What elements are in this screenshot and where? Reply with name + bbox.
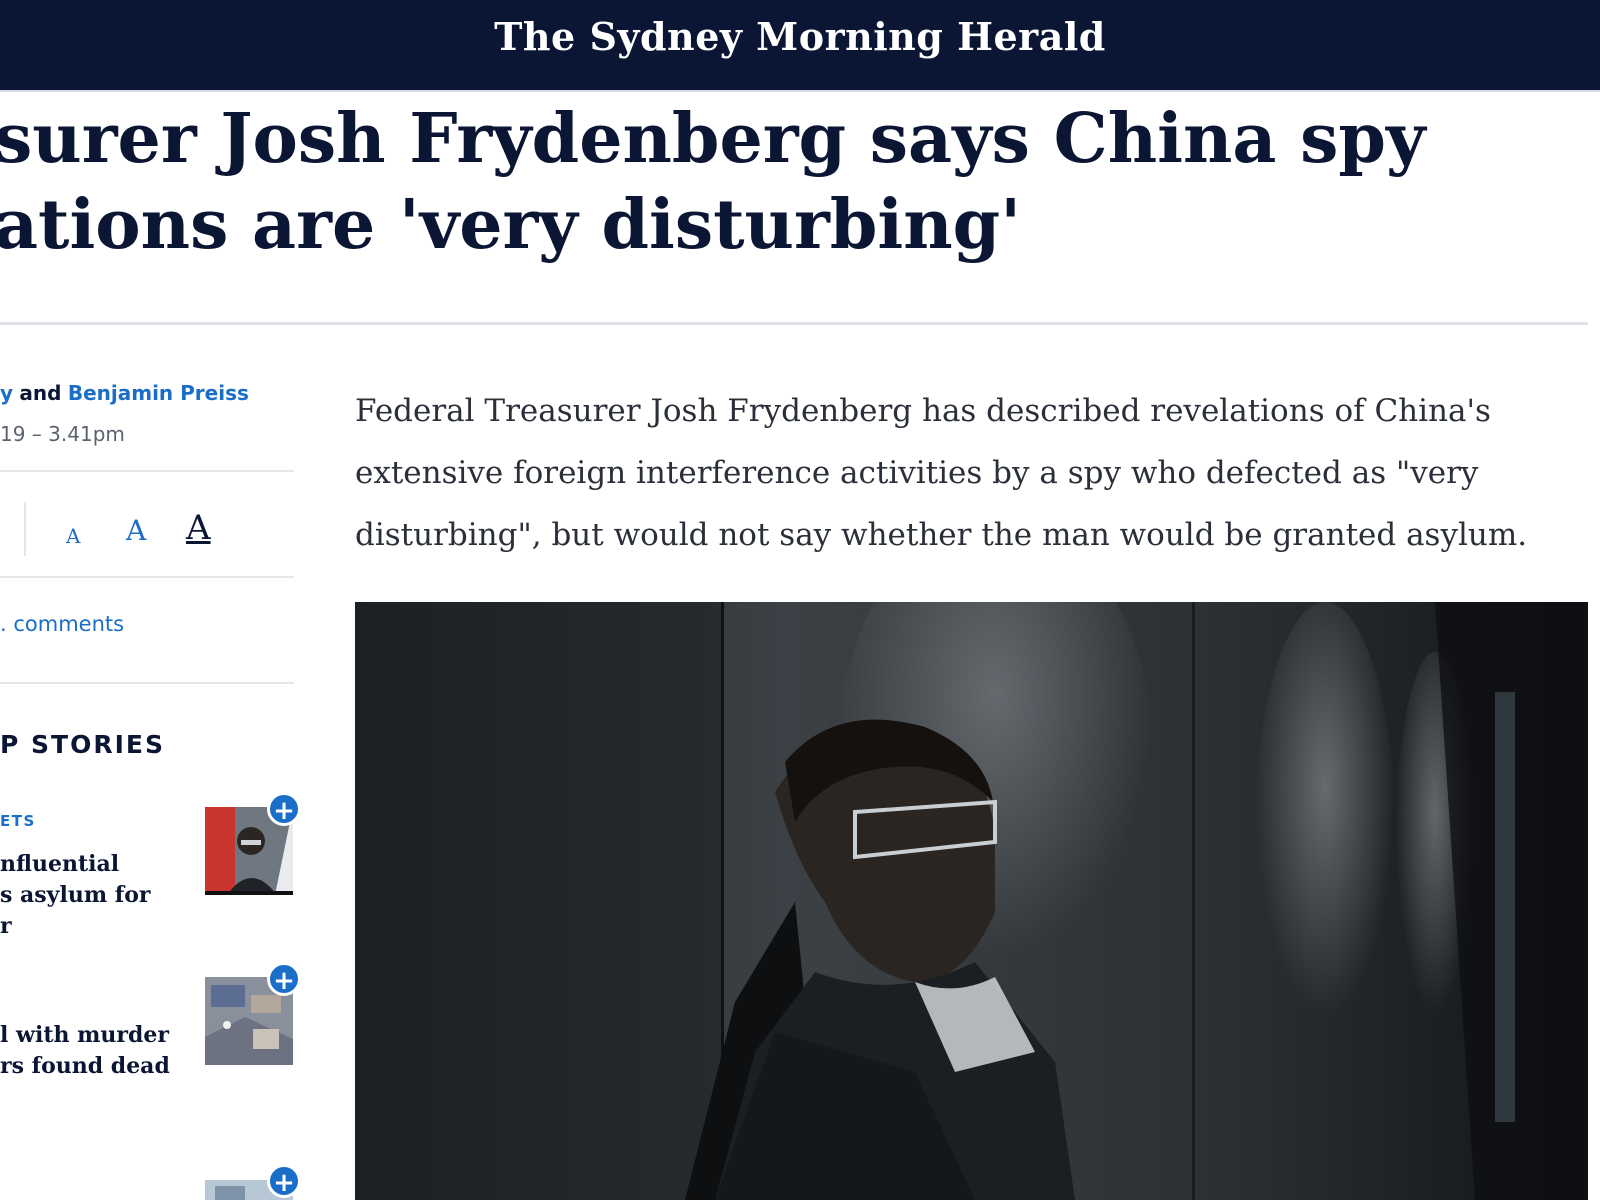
- controls-divider: [24, 502, 26, 556]
- sidebar-divider: [0, 576, 294, 578]
- top-stories-heading: P STORIES: [0, 730, 165, 759]
- lede-line: extensive foreign interference activitie…: [355, 455, 1479, 491]
- story-link[interactable]: nfluential s asylum for r: [0, 849, 200, 942]
- font-size-medium-button[interactable]: A: [126, 514, 146, 547]
- author-link-benjamin-preiss[interactable]: Benjamin Preiss: [68, 381, 249, 405]
- story-title-line: s asylum for: [0, 882, 151, 908]
- site-logo[interactable]: The Sydney Morning Herald: [0, 14, 1600, 59]
- lede-line: disturbing", but would not say whether t…: [355, 517, 1528, 553]
- add-story-plus-icon[interactable]: +: [267, 792, 301, 826]
- headline-line: ations are 'very disturbing': [0, 185, 1022, 265]
- headline-divider: [0, 322, 1588, 325]
- story-title-line: l with murder: [0, 1022, 169, 1048]
- article-headline: surer Josh Frydenberg says China spy ati…: [0, 96, 1554, 268]
- byline-conjunction: and: [19, 381, 62, 405]
- add-story-plus-icon[interactable]: +: [267, 962, 301, 996]
- article-hero-image: [355, 602, 1588, 1200]
- publish-date: 19 – 3.41pm: [0, 422, 125, 446]
- masthead: The Sydney Morning Herald: [0, 0, 1600, 92]
- byline: y and Benjamin Preiss: [0, 381, 249, 405]
- sidebar-divider: [0, 470, 294, 472]
- story-title-line: rs found dead: [0, 1053, 170, 1079]
- story-title-line: nfluential: [0, 851, 120, 877]
- article-lede: Federal Treasurer Josh Frydenberg has de…: [355, 380, 1595, 566]
- font-size-small-button[interactable]: A: [66, 524, 80, 548]
- story-link[interactable]: l with murder rs found dead: [0, 1020, 200, 1082]
- sidebar-divider: [0, 682, 294, 684]
- font-size-large-button[interactable]: A: [186, 508, 211, 548]
- font-size-controls: A A A: [0, 502, 294, 562]
- story-kicker: ETS: [0, 812, 36, 830]
- story-title-line: r: [0, 913, 12, 939]
- lede-line: Federal Treasurer Josh Frydenberg has de…: [355, 393, 1491, 429]
- hero-photo: [355, 602, 1588, 1200]
- headline-line: surer Josh Frydenberg says China spy: [0, 99, 1426, 179]
- comments-link[interactable]: . comments: [0, 612, 124, 636]
- add-story-plus-icon[interactable]: +: [267, 1164, 301, 1198]
- author-link[interactable]: y: [0, 381, 13, 405]
